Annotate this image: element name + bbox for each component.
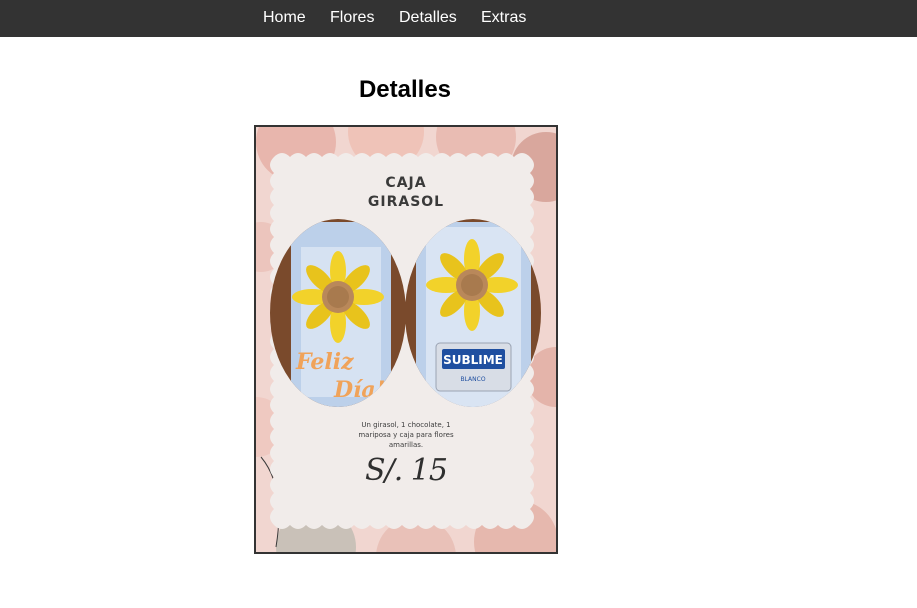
top-navbar: Home Flores Detalles Extras (0, 0, 917, 37)
card-title: CAJA GIRASOL (256, 174, 556, 212)
card-price: S/. 15 (365, 453, 448, 488)
card-title-line-1: CAJA (385, 175, 427, 191)
page-title: Detalles (358, 76, 452, 103)
nav-item-detalles[interactable]: Detalles (399, 8, 457, 28)
nav-item-home[interactable]: Home (263, 8, 306, 28)
photo-left-text-1: Feliz (295, 349, 354, 375)
card-description: Un girasol, 1 chocolate, 1 mariposa y ca… (358, 421, 454, 449)
nav-item-extras[interactable]: Extras (481, 8, 526, 28)
nav-item-flores[interactable]: Flores (330, 8, 374, 28)
photo-right-brand-sub: BLANCO (460, 376, 485, 383)
product-card-image: Feliz Día! SUBLIME BLANCO CAJA GIRASOL U… (254, 125, 558, 554)
card-title-line-2: GIRASOL (367, 194, 445, 210)
photo-right-brand: SUBLIME (443, 353, 503, 367)
